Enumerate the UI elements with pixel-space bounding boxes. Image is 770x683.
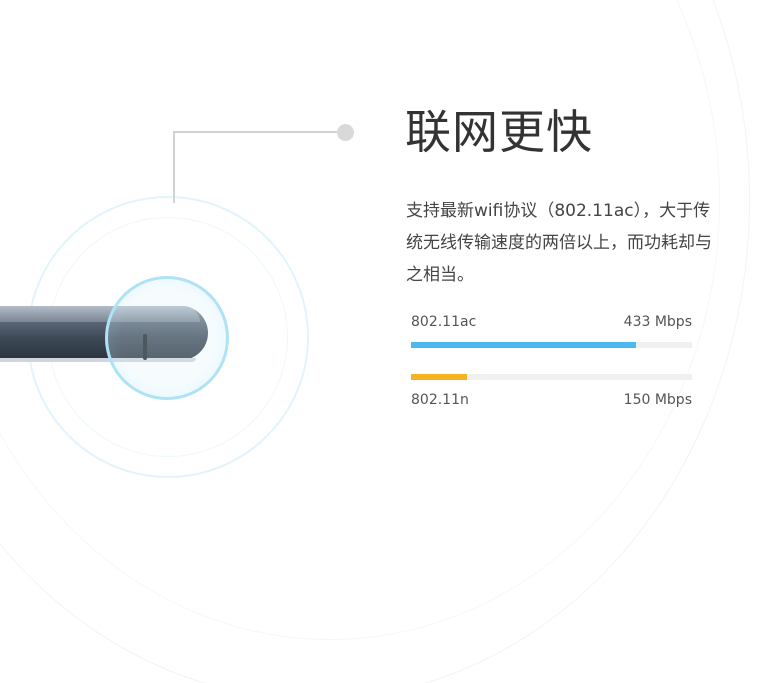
callout-line-vertical — [173, 131, 175, 203]
speed-bar-track-ac — [411, 342, 692, 348]
callout-line-horizontal — [173, 131, 337, 133]
ripple-ring-inner — [105, 276, 229, 400]
feature-panel: 联网更快 支持最新wifi协议（802.11ac），大于传统无线传输速度的两倍以… — [0, 0, 770, 683]
speed-bar-fill-ac — [411, 342, 636, 348]
feature-title: 联网更快 — [405, 105, 593, 159]
speed-label-row-ac: 802.11ac 433 Mbps — [411, 314, 692, 330]
protocol-label: 802.11ac — [411, 314, 477, 330]
callout-dot — [337, 124, 354, 141]
speed-bar-track-n — [411, 374, 692, 380]
feature-description: 支持最新wifi协议（802.11ac），大于传统无线传输速度的两倍以上，而功耗… — [406, 201, 712, 285]
protocol-label: 802.11n — [411, 392, 469, 408]
rate-label: 433 Mbps — [623, 314, 692, 330]
rate-label: 150 Mbps — [623, 392, 692, 408]
speed-bar-fill-n — [411, 374, 468, 380]
speed-label-row-n: 802.11n 150 Mbps — [411, 392, 692, 408]
